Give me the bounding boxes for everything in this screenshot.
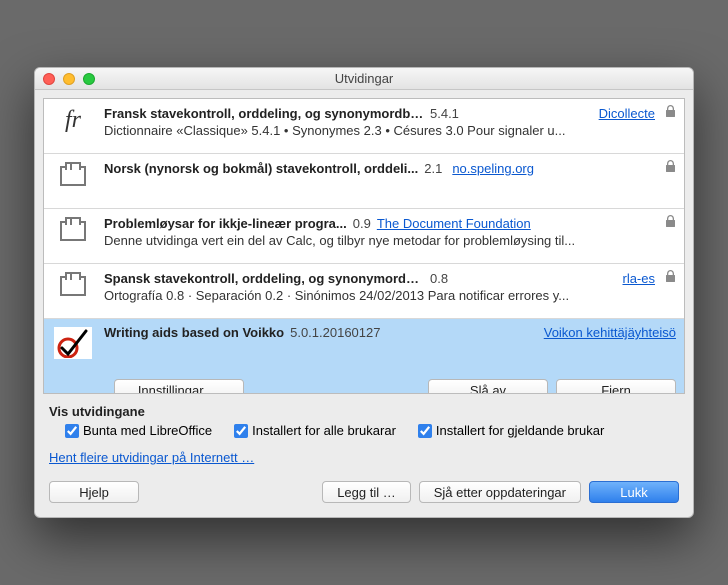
filter-currentuser-check[interactable]: Installert for gjeldande brukar <box>418 423 604 438</box>
extension-name: Norsk (nynorsk og bokmål) stavekontroll,… <box>104 161 418 176</box>
lock-icon <box>665 270 676 286</box>
extension-name: Writing aids based on Voikko <box>104 325 284 340</box>
lock-icon <box>665 160 676 176</box>
window-controls <box>43 73 95 85</box>
extension-description: Denne utvidinga vert ein del av Calc, og… <box>104 233 676 248</box>
add-button[interactable]: Legg til … <box>322 481 411 503</box>
extension-row[interactable]: fr Fransk stavekontroll, orddeling, og s… <box>44 99 684 154</box>
extension-icon <box>52 215 94 255</box>
titlebar[interactable]: Utvidingar <box>35 68 693 90</box>
extension-list[interactable]: fr Fransk stavekontroll, orddeling, og s… <box>43 98 685 394</box>
filter-allusers-check[interactable]: Installert for alle brukarar <box>234 423 396 438</box>
extension-icon: fr <box>52 105 94 145</box>
extension-publisher-link[interactable]: Dicollecte <box>599 106 655 121</box>
extension-version: 5.4.1 <box>430 106 459 121</box>
extension-icon <box>52 270 94 310</box>
zoom-window-button[interactable] <box>83 73 95 85</box>
extension-version: 0.9 <box>353 216 371 231</box>
remove-button[interactable]: Fjern <box>556 379 676 394</box>
extension-version: 2.1 <box>424 161 442 176</box>
close-button[interactable]: Lukk <box>589 481 679 503</box>
extensions-dialog: Utvidingar fr Fransk stavekontroll, ordd… <box>34 67 694 518</box>
extension-icon <box>52 325 94 365</box>
extension-publisher-link[interactable]: Voikon kehittäjäyhteisö <box>544 325 676 340</box>
filter-section: Vis utvidingane Bunta med LibreOffice In… <box>35 394 693 442</box>
extension-description: Dictionnaire «Classique» 5.4.1 • Synonym… <box>104 123 676 138</box>
dialog-footer: Hjelp Legg til … Sjå etter oppdateringar… <box>35 475 693 517</box>
lock-icon <box>665 105 676 121</box>
check-updates-button[interactable]: Sjå etter oppdateringar <box>419 481 581 503</box>
checkbox[interactable] <box>418 424 432 438</box>
extension-row[interactable]: Problemløysar for ikkje-lineær progra...… <box>44 209 684 264</box>
extension-row-selected[interactable]: Writing aids based on Voikko 5.0.1.20160… <box>44 319 684 373</box>
extension-version: 5.0.1.20160127 <box>290 325 380 340</box>
checkbox-label: Installert for gjeldande brukar <box>436 423 604 438</box>
close-window-button[interactable] <box>43 73 55 85</box>
settings-button[interactable]: Innstillingar … <box>114 379 244 394</box>
voikko-icon <box>54 327 92 359</box>
help-button[interactable]: Hjelp <box>49 481 139 503</box>
checkbox[interactable] <box>234 424 248 438</box>
filter-title: Vis utvidingane <box>49 404 679 419</box>
checkbox[interactable] <box>65 424 79 438</box>
extension-icon <box>52 160 94 200</box>
extension-row[interactable]: Norsk (nynorsk og bokmål) stavekontroll,… <box>44 154 684 209</box>
checkbox-label: Bunta med LibreOffice <box>83 423 212 438</box>
extension-publisher-link[interactable]: rla-es <box>622 271 655 286</box>
extension-name: Fransk stavekontroll, orddeling, og syno… <box>104 106 424 121</box>
selected-row-actions: Innstillingar … Slå av Fjern <box>44 373 684 394</box>
window-title: Utvidingar <box>335 71 394 86</box>
get-more-extensions-link[interactable]: Hent fleire utvidingar på Internett … <box>49 450 254 465</box>
puzzle-icon <box>60 276 86 296</box>
puzzle-icon <box>60 221 86 241</box>
extension-publisher-link[interactable]: The Document Foundation <box>377 216 531 231</box>
checkbox-label: Installert for alle brukarar <box>252 423 396 438</box>
extension-row[interactable]: Spansk stavekontroll, orddeling, og syno… <box>44 264 684 319</box>
extension-name: Spansk stavekontroll, orddeling, og syno… <box>104 271 424 286</box>
extension-publisher-link[interactable]: no.speling.org <box>452 161 534 176</box>
extension-name: Problemløysar for ikkje-lineær progra... <box>104 216 347 231</box>
extension-description: Ortografía 0.8 · Separación 0.2 · Sinóni… <box>104 288 676 303</box>
disable-button[interactable]: Slå av <box>428 379 548 394</box>
puzzle-icon <box>60 166 86 186</box>
extension-version: 0.8 <box>430 271 448 286</box>
minimize-window-button[interactable] <box>63 73 75 85</box>
filter-bundled-check[interactable]: Bunta med LibreOffice <box>65 423 212 438</box>
lock-icon <box>665 215 676 231</box>
